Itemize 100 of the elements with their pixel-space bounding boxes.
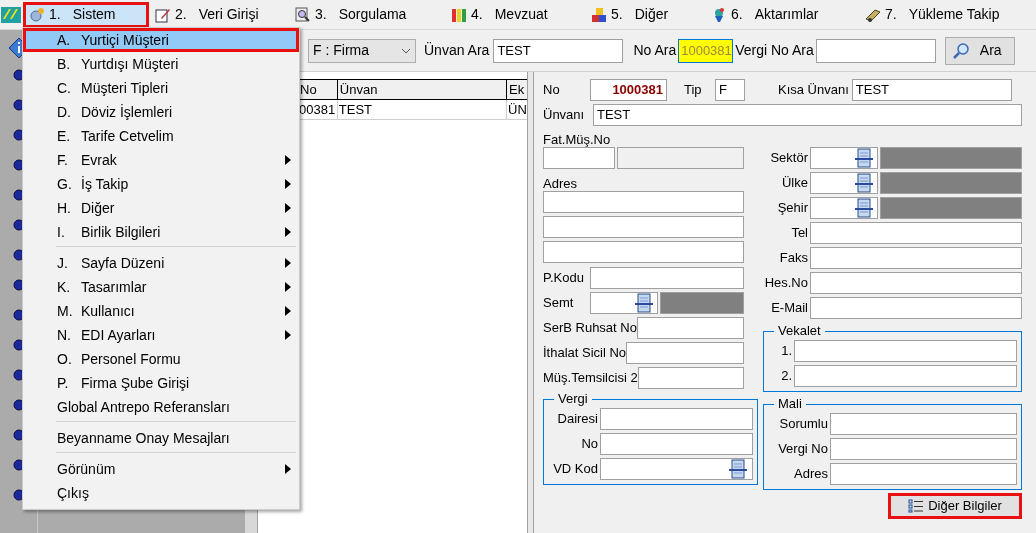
table-cell: TEST — [337, 100, 508, 119]
title-search-field[interactable]: TEST — [493, 38, 624, 63]
logo-icon[interactable] — [1, 4, 21, 25]
field-label: Hes.No — [763, 274, 808, 293]
submenu-arrow-icon — [285, 179, 291, 189]
field-label: No — [580, 435, 598, 454]
code-field[interactable] — [810, 147, 878, 169]
input-field[interactable] — [590, 267, 744, 289]
field-label: Tip — [684, 80, 703, 99]
address-field[interactable] — [543, 191, 744, 213]
submenu-arrow-icon — [285, 282, 291, 292]
pencil-paper-icon — [155, 6, 171, 23]
menu-item[interactable]: Beyanname Onay Mesajları — [23, 426, 299, 457]
input-field[interactable] — [794, 340, 1017, 362]
field-label: Şehir — [776, 199, 808, 218]
input-field[interactable] — [810, 222, 1022, 244]
menu-item[interactable]: G. İş Takip — [23, 172, 299, 196]
submenu-arrow-icon — [285, 464, 291, 474]
field-label: 2. — [780, 367, 792, 386]
menu-item[interactable]: D. Döviz İşlemleri — [23, 100, 299, 124]
input-field[interactable] — [810, 247, 1022, 269]
input-field[interactable] — [626, 342, 744, 364]
input-field[interactable] — [830, 463, 1017, 485]
lookup-icon[interactable] — [728, 459, 748, 479]
code-field[interactable] — [600, 458, 753, 480]
input-field[interactable] — [600, 408, 753, 430]
field-label: Sektör — [769, 149, 808, 168]
field-label: Adres — [543, 175, 578, 191]
field-label: Kısa Ünvanı — [778, 80, 849, 99]
menu-item[interactable]: C. Müşteri Tipleri — [23, 76, 299, 100]
search-document-icon — [295, 6, 311, 23]
title-field[interactable]: TEST — [593, 104, 1022, 126]
field-label: Ünvanı — [543, 106, 586, 125]
tax-number-search-field[interactable] — [815, 38, 936, 63]
search-icon — [951, 41, 970, 60]
submenu-arrow-icon — [285, 203, 291, 213]
menu-item[interactable]: A. Yurtiçi Müşteri — [23, 28, 299, 52]
menu-item[interactable]: 6. Aktarımlar — [705, 1, 859, 28]
menu-item[interactable]: 3. Sorgulama — [289, 1, 445, 28]
menu-item[interactable]: 2. Veri Girişi — [149, 1, 289, 28]
submenu-arrow-icon — [285, 155, 291, 165]
search-button[interactable]: Ara — [944, 36, 1015, 65]
code-field[interactable] — [810, 172, 878, 194]
menu-item[interactable]: F. Evrak — [23, 148, 299, 172]
field-label: P.Kodu — [543, 269, 585, 288]
field-label: SerB Ruhsat No — [543, 319, 637, 338]
books-icon — [451, 6, 467, 23]
menu-item[interactable]: N. EDI Ayarları — [23, 323, 299, 347]
input-field[interactable] — [830, 438, 1017, 460]
field-label: 1. — [780, 342, 792, 361]
short-title-field[interactable]: TEST — [851, 78, 1012, 101]
input-field[interactable] — [543, 147, 615, 169]
menu-item[interactable]: 7. Yükleme Takip — [859, 1, 1029, 28]
field-label: Adres — [793, 465, 828, 484]
input-field[interactable] — [600, 433, 753, 455]
menu-item[interactable]: B. Yurtdışı Müşteri — [23, 52, 299, 76]
menu-item[interactable]: Görünüm — [23, 457, 299, 481]
lookup-icon[interactable] — [854, 198, 874, 218]
menu-item[interactable]: J. Sayfa Düzeni — [23, 251, 299, 275]
input-field[interactable] — [830, 413, 1017, 435]
address-field[interactable] — [543, 241, 744, 263]
more-info-button[interactable]: Diğer Bilgiler — [888, 493, 1022, 519]
chevron-down-icon — [401, 47, 411, 54]
code-field[interactable] — [810, 197, 878, 219]
menu-item[interactable]: I. Birlik Bilgileri — [23, 220, 299, 251]
code-field[interactable] — [590, 292, 658, 314]
type-dropdown[interactable]: F : Firma — [308, 38, 416, 63]
submenu-arrow-icon — [285, 258, 291, 268]
menu-item[interactable]: Global Antrepo Referansları — [23, 395, 299, 426]
field-label: Müş.Temsilcisi 2 — [543, 369, 638, 388]
lookup-icon[interactable] — [854, 173, 874, 193]
type-field[interactable]: F — [715, 78, 745, 101]
input-field[interactable] — [794, 365, 1017, 387]
input-field[interactable] — [637, 367, 744, 389]
address-field[interactable] — [543, 216, 744, 238]
submenu-arrow-icon — [285, 330, 291, 340]
field-label: No — [543, 80, 561, 99]
column-header[interactable]: Ek — [507, 80, 527, 99]
lookup-icon[interactable] — [634, 293, 654, 313]
menu-item[interactable]: H. Diğer — [23, 196, 299, 220]
field-label: Semt — [543, 294, 575, 313]
menu-item[interactable]: 1. Sistem — [23, 1, 149, 28]
lookup-icon[interactable] — [854, 148, 874, 168]
menu-item[interactable]: M. Kullanıcı — [23, 299, 299, 323]
menu-item[interactable]: K. Tasarımlar — [23, 275, 299, 299]
menu-item[interactable]: 5. Diğer — [585, 1, 705, 28]
menu-item[interactable]: P. Firma Şube Girişi — [23, 371, 299, 395]
input-field[interactable] — [810, 297, 1022, 319]
number-field[interactable]: 1000381 — [590, 78, 667, 101]
input-field[interactable] — [810, 272, 1022, 294]
menu-item[interactable]: E. Tarife Cetvelim — [23, 124, 299, 148]
menu-item[interactable]: 4. Mevzuat — [445, 1, 585, 28]
menu-item[interactable]: Çıkış — [23, 481, 299, 505]
field-label: Dairesi — [556, 410, 598, 429]
input-field[interactable] — [636, 317, 744, 339]
menu-item[interactable]: O. Personel Formu — [23, 347, 299, 371]
search-label: Ünvan Ara — [424, 41, 490, 60]
search-label: No Ara — [633, 41, 677, 60]
column-header[interactable]: Ünvan — [337, 80, 508, 99]
search-label: Vergi No Ara — [735, 41, 814, 60]
